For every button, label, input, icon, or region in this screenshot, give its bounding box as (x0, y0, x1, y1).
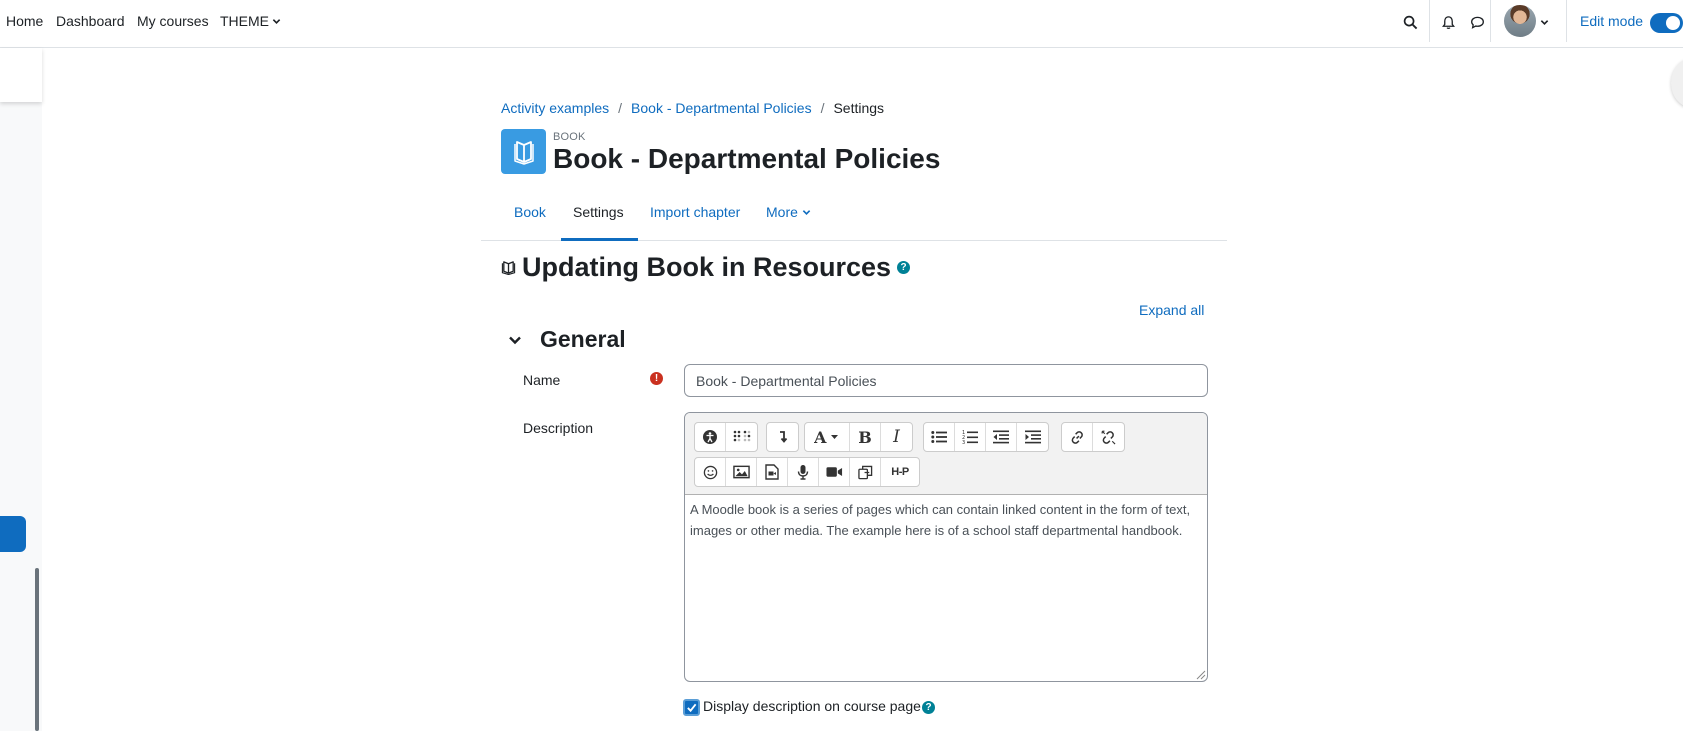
nav-my-courses-link[interactable]: My courses (137, 13, 209, 29)
nav-theme-label: THEME (220, 13, 269, 29)
search-icon[interactable] (1398, 10, 1422, 34)
book-icon (501, 129, 546, 174)
display-description-checkbox[interactable] (683, 699, 700, 716)
tab-import-chapter[interactable]: Import chapter (650, 204, 740, 220)
active-tab-indicator (561, 238, 638, 241)
drawer-scrollbar[interactable] (35, 568, 39, 731)
h5p-icon[interactable]: H-P (881, 458, 919, 486)
resize-handle-icon[interactable] (1196, 670, 1206, 680)
breadcrumb-separator: / (618, 100, 623, 116)
screenreader-icon[interactable] (726, 423, 757, 451)
toolbar-group: A B I (804, 422, 913, 452)
accessibility-icon[interactable] (695, 423, 726, 451)
nav-theme-menu[interactable]: THEME (220, 13, 281, 29)
navbar-divider (1566, 0, 1567, 42)
book-icon (501, 261, 516, 275)
toolbar-group (766, 422, 799, 452)
nav-home-link[interactable]: Home (6, 13, 43, 29)
chevron-down-icon[interactable] (508, 333, 522, 347)
form-heading: Updating Book in Resources ? (501, 252, 911, 283)
chat-icon[interactable] (1465, 10, 1489, 34)
media-icon[interactable] (757, 458, 788, 486)
nav-dashboard-link[interactable]: Dashboard (56, 13, 125, 29)
breadcrumb-link[interactable]: Activity examples (501, 100, 609, 116)
description-editor: A B I 123 H-P A Moodle book is a series … (684, 412, 1208, 682)
required-icon: ! (650, 372, 663, 385)
name-input[interactable] (684, 364, 1208, 397)
image-icon[interactable] (726, 458, 757, 486)
bold-icon[interactable]: B (850, 423, 881, 451)
help-icon[interactable]: ? (897, 261, 911, 274)
indent-icon[interactable] (1017, 423, 1048, 451)
edit-mode-toggle[interactable] (1650, 13, 1683, 33)
collapse-icon[interactable] (767, 423, 798, 451)
tab-book[interactable]: Book (514, 204, 546, 220)
display-description-label[interactable]: Display description on course page (703, 698, 921, 714)
bell-icon[interactable] (1436, 10, 1460, 34)
record-audio-icon[interactable] (788, 458, 819, 486)
breadcrumb-link[interactable]: Book - Departmental Policies (631, 100, 812, 116)
page-title: Book - Departmental Policies (553, 143, 941, 174)
tab-more-label: More (766, 204, 798, 220)
link-icon[interactable] (1062, 423, 1093, 451)
toolbar-group (1061, 422, 1125, 452)
manage-files-icon[interactable] (850, 458, 881, 486)
navbar-divider (1429, 0, 1430, 42)
description-label: Description (523, 420, 594, 436)
font-icon[interactable]: A (805, 423, 850, 451)
help-icon[interactable]: ? (922, 701, 935, 714)
chevron-down-icon[interactable] (1533, 10, 1555, 34)
module-type-label: BOOK (553, 131, 586, 143)
navbar-divider (1490, 0, 1491, 42)
user-avatar[interactable] (1504, 5, 1536, 37)
ordered-list-icon[interactable]: 123 (955, 423, 986, 451)
drawer-toggle-card[interactable] (0, 48, 42, 102)
toolbar-group: H-P (694, 457, 920, 487)
italic-icon[interactable]: I (881, 423, 912, 451)
unlink-icon[interactable] (1093, 423, 1124, 451)
section-header-general[interactable]: General (508, 326, 626, 353)
secondary-navigation: Book Settings Import chapter More (481, 196, 1227, 241)
section-title: General (540, 326, 626, 352)
chevron-down-icon (272, 18, 281, 24)
record-video-icon[interactable] (819, 458, 850, 486)
editor-toolbar: A B I 123 H-P (685, 413, 1207, 495)
breadcrumb-current: Settings (833, 100, 885, 116)
tab-settings[interactable]: Settings (573, 204, 624, 220)
right-drawer-toggle[interactable] (1671, 58, 1683, 108)
emoji-icon[interactable] (695, 458, 726, 486)
breadcrumb-separator: / (820, 100, 825, 116)
outdent-icon[interactable] (986, 423, 1017, 451)
svg-text:3: 3 (962, 440, 965, 445)
toolbar-group (694, 422, 758, 452)
top-navbar: Home Dashboard My courses THEME Edit mod… (0, 0, 1683, 48)
unordered-list-icon[interactable] (924, 423, 955, 451)
breadcrumb: Activity examples / Book - Departmental … (501, 100, 884, 116)
form-title: Updating Book in Resources (522, 252, 892, 282)
description-content[interactable]: A Moodle book is a series of pages which… (690, 500, 1199, 541)
edit-mode-label: Edit mode (1580, 13, 1644, 29)
drawer-active-marker[interactable] (0, 516, 26, 552)
toolbar-group: 123 (923, 422, 1049, 452)
checkmark-icon (687, 703, 697, 713)
expand-all-link[interactable]: Expand all (1139, 302, 1204, 318)
name-label: Name (523, 372, 561, 388)
chevron-down-icon (802, 209, 811, 215)
tab-more[interactable]: More (766, 204, 811, 220)
svg-text:A: A (814, 429, 827, 445)
